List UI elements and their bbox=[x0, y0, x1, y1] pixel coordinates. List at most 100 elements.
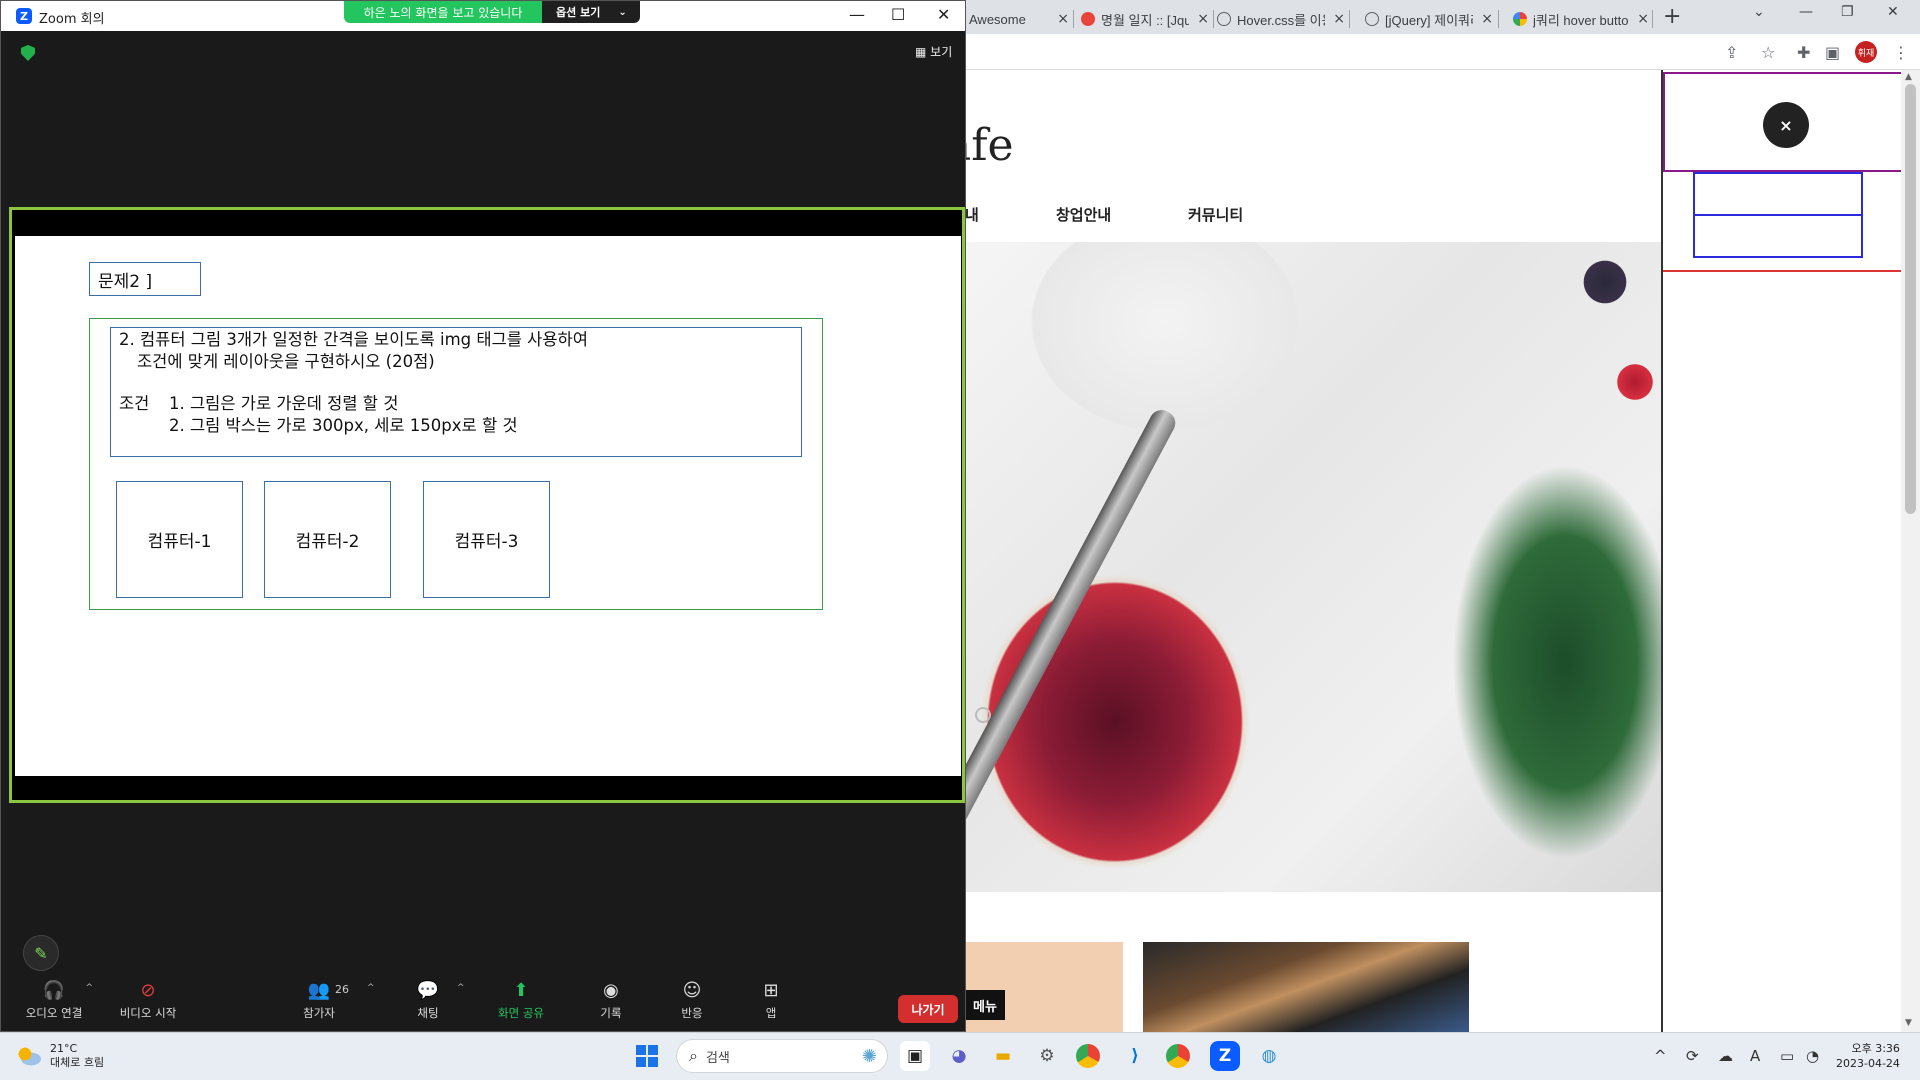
chevron-up-icon[interactable]: ^ bbox=[1654, 1047, 1667, 1065]
tab-label: j쿼리 hover button bbox=[1533, 12, 1630, 28]
cloud-icon[interactable]: ☁ bbox=[1718, 1047, 1733, 1065]
minimize-icon[interactable]: — bbox=[849, 5, 865, 24]
close-tab-icon[interactable]: × bbox=[1197, 11, 1209, 27]
nav-item-partial[interactable]: 내 bbox=[965, 204, 979, 225]
sync-icon[interactable]: ⟳ bbox=[1686, 1047, 1699, 1065]
window-title: Zoom 회의 bbox=[39, 12, 105, 27]
panel-header: × bbox=[1663, 72, 1901, 172]
emoji-icon: ☺ bbox=[682, 980, 702, 1001]
leave-button[interactable]: 나가기 bbox=[898, 995, 958, 1023]
scrollbar[interactable]: ▲ ▼ bbox=[1901, 70, 1920, 1032]
search-placeholder: 검색 bbox=[705, 1050, 730, 1066]
file-explorer-icon[interactable]: ▬ bbox=[988, 1041, 1018, 1071]
apps-button[interactable]: ⊞ 앱 bbox=[726, 979, 816, 1021]
scroll-down-icon[interactable]: ▼ bbox=[1905, 1018, 1912, 1028]
participants-icon: 👥 bbox=[307, 980, 331, 1001]
globe-app-icon[interactable]: ◍ bbox=[1254, 1041, 1284, 1071]
tab-jquery-diary[interactable]: 명월 일지 :: [Jquery] × bbox=[1081, 4, 1209, 34]
close-window-icon[interactable]: ✕ bbox=[937, 5, 950, 24]
screen-share-banner: 하은 노의 화면을 보고 있습니다 bbox=[344, 1, 542, 23]
taskbar-search[interactable]: ⌕ 검색 ✺ bbox=[676, 1039, 888, 1073]
share-screen-icon: ⬆ bbox=[513, 980, 529, 1001]
chevron-up-icon[interactable]: ^ bbox=[367, 983, 375, 993]
close-window-icon[interactable]: ✕ bbox=[1887, 4, 1899, 20]
record-icon: ◉ bbox=[603, 980, 619, 1001]
zoom-window: Z Zoom 회의 — ☐ ✕ 하은 노의 화면을 보고 있습니다 옵션 보기 … bbox=[0, 0, 966, 1032]
web-page: afe 내 창업안내 커뮤니티 메뉴 bbox=[965, 70, 1661, 1032]
view-button[interactable]: ▦ 보기 bbox=[915, 43, 952, 60]
tab-awesome[interactable]: Awesome × bbox=[969, 4, 1069, 34]
tab-jquery-kr[interactable]: [jQuery] 제이쿼리 × bbox=[1365, 4, 1493, 34]
scroll-thumb[interactable] bbox=[1905, 84, 1916, 514]
chrome-icon[interactable] bbox=[1076, 1044, 1100, 1068]
vscode-icon[interactable]: ⟩ bbox=[1120, 1041, 1150, 1071]
task-view-icon[interactable]: ▣ bbox=[900, 1041, 930, 1071]
meeting-toolbar: 🎧 오디오 연결 ^ ⊘ 비디오 시작 👥 참가자 26 ^ 💬 채팅 ^ ⬆ … bbox=[1, 979, 965, 1031]
ime-icon[interactable]: A bbox=[1750, 1047, 1760, 1065]
slider-dot-icon[interactable] bbox=[975, 707, 991, 723]
chrome-icon[interactable] bbox=[1166, 1044, 1190, 1068]
view-options-button[interactable]: 옵션 보기 ⌄ bbox=[542, 1, 640, 23]
fork-shape bbox=[965, 405, 1180, 834]
share-label: 화면 공유 bbox=[498, 1006, 544, 1020]
weather-widget[interactable]: 21°C 대체로 흐림 bbox=[16, 1042, 104, 1070]
tab-hover-css[interactable]: Hover.css를 이용한 × bbox=[1217, 4, 1345, 34]
profile-avatar[interactable]: 휘재 bbox=[1855, 41, 1877, 63]
close-tab-icon[interactable]: × bbox=[1637, 11, 1649, 27]
hero-image bbox=[965, 242, 1661, 892]
restore-icon[interactable]: ❐ bbox=[1841, 4, 1854, 20]
security-shield-icon[interactable] bbox=[21, 45, 35, 61]
clock[interactable]: 오후 3:36 2023-04-24 bbox=[1836, 1041, 1900, 1071]
participants-button[interactable]: 👥 참가자 bbox=[274, 979, 364, 1021]
close-tab-icon[interactable]: × bbox=[1057, 11, 1069, 27]
panel-menu-item-1[interactable] bbox=[1693, 172, 1863, 216]
close-tab-icon[interactable]: × bbox=[1333, 11, 1345, 27]
extensions-icon[interactable]: ✚ bbox=[1797, 43, 1810, 62]
tab-google-search[interactable]: j쿼리 hover button × bbox=[1513, 4, 1649, 34]
zoom-app-icon[interactable]: Z bbox=[1210, 1041, 1240, 1071]
close-icon[interactable]: × bbox=[1763, 102, 1809, 148]
gallery-card-2[interactable] bbox=[1143, 942, 1469, 1032]
side-panel-icon[interactable]: ▣ bbox=[1825, 43, 1840, 62]
video-button[interactable]: ⊘ 비디오 시작 bbox=[103, 979, 193, 1021]
teams-chat-icon[interactable]: ◕ bbox=[944, 1041, 974, 1071]
search-highlight-icon: ✺ bbox=[861, 1045, 877, 1067]
panel-menu-item-2[interactable] bbox=[1693, 214, 1863, 258]
maximize-icon[interactable]: ☐ bbox=[891, 5, 905, 24]
share-screen-button[interactable]: ⬆ 화면 공유 bbox=[476, 979, 566, 1021]
clock-date: 2023-04-24 bbox=[1836, 1057, 1900, 1070]
site-logo[interactable]: afe bbox=[965, 120, 1014, 171]
network-icon[interactable]: ◔ bbox=[1806, 1047, 1819, 1065]
question-line-1: 2. 컴퓨터 그림 3개가 일정한 간격을 보이도록 img 태그를 사용하여 bbox=[119, 330, 588, 349]
zoom-logo-icon: Z bbox=[16, 8, 32, 24]
close-tab-icon[interactable]: × bbox=[1481, 11, 1493, 27]
menu-badge[interactable]: 메뉴 bbox=[965, 990, 1005, 1020]
start-button[interactable] bbox=[636, 1045, 658, 1067]
more-menu-icon[interactable]: ⋮ bbox=[1893, 43, 1909, 62]
video-off-icon: ⊘ bbox=[140, 980, 156, 1001]
chevron-up-icon[interactable]: ^ bbox=[85, 983, 93, 993]
annotate-pencil-icon[interactable]: ✎ bbox=[23, 935, 59, 971]
reactions-button[interactable]: ☺ 반응 bbox=[647, 979, 737, 1021]
tab-search-icon[interactable]: ⌄ bbox=[1753, 4, 1765, 20]
google-icon bbox=[1513, 12, 1527, 26]
chevron-up-icon[interactable]: ^ bbox=[457, 983, 465, 993]
display-icon[interactable]: ▭ bbox=[1780, 1047, 1794, 1065]
nav-item-startup[interactable]: 창업안내 bbox=[1056, 204, 1111, 225]
question-title: 문제2 ] bbox=[89, 262, 201, 296]
new-tab-button[interactable]: + bbox=[1663, 4, 1681, 29]
bookmark-star-icon[interactable]: ☆ bbox=[1761, 43, 1775, 62]
record-button[interactable]: ◉ 기록 bbox=[566, 979, 656, 1021]
audio-button[interactable]: 🎧 오디오 연결 ^ bbox=[9, 979, 99, 1021]
minimize-icon[interactable]: — bbox=[1799, 4, 1813, 20]
condition-2: 2. 그림 박스는 가로 300px, 세로 150px로 할 것 bbox=[169, 416, 518, 435]
meeting-area: ▦ 보기 문제2 ] 2. 컴퓨터 그림 3개가 일정한 간격을 보이도록 im… bbox=[1, 31, 965, 1031]
grid-icon: ▦ bbox=[915, 45, 927, 59]
chrome-window: Awesome × 명월 일지 :: [Jquery] × Hover.css를… bbox=[965, 0, 1920, 1032]
participants-count: 26 bbox=[335, 983, 349, 996]
share-icon[interactable]: ⇪ bbox=[1725, 43, 1738, 62]
toolbar: ⇪ ☆ ✚ ▣ 휘재 ⋮ bbox=[965, 34, 1920, 70]
scroll-up-icon[interactable]: ▲ bbox=[1905, 72, 1912, 82]
nav-item-community[interactable]: 커뮤니티 bbox=[1188, 204, 1243, 225]
settings-icon[interactable]: ⚙ bbox=[1032, 1041, 1062, 1071]
